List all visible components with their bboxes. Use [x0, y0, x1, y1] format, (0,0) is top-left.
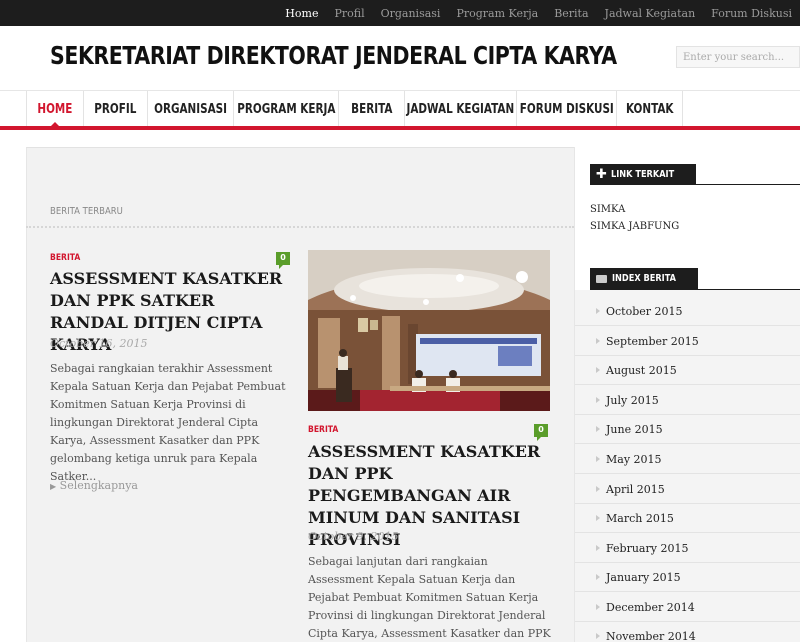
- archive-item[interactable]: September 2015: [575, 326, 800, 356]
- post-category[interactable]: BERITA: [50, 253, 80, 263]
- archive-item[interactable]: August 2015: [575, 355, 800, 385]
- arrow-right-icon: [596, 545, 600, 551]
- archive-item[interactable]: February 2015: [575, 533, 800, 563]
- post-excerpt: Sebagai rangkaian terakhir Assessment Ke…: [50, 362, 286, 483]
- archive-item[interactable]: March 2015: [575, 503, 800, 533]
- comment-count-badge[interactable]: 0: [534, 424, 548, 441]
- main-navigation: HOME PROFIL ORGANISASI PROGRAM KERJA BER…: [0, 90, 800, 128]
- event-photo-image: [308, 250, 550, 411]
- nav-berita[interactable]: BERITA: [339, 91, 405, 127]
- arrow-right-icon: [596, 456, 600, 462]
- index-berita-header: INDEX BERITA: [590, 268, 699, 289]
- dotted-divider: [26, 226, 574, 228]
- topnav-program-kerja[interactable]: Program Kerja: [456, 7, 538, 20]
- arrow-right-icon: [596, 633, 600, 639]
- top-bar: Home Profil Organisasi Program Kerja Ber…: [0, 0, 800, 26]
- nav-home[interactable]: HOME: [26, 91, 84, 128]
- arrow-right-icon: [596, 486, 600, 492]
- link-simka[interactable]: SIMKA: [590, 204, 625, 215]
- arrow-right-icon: [596, 397, 600, 403]
- site-header: SEKRETARIAT DIREKTORAT JENDERAL CIPTA KA…: [0, 26, 800, 90]
- post-excerpt: Sebagai lanjutan dari rangkaian Assessme…: [308, 555, 551, 640]
- read-more-label: Selengkapnya: [59, 479, 138, 492]
- topnav-forum-diskusi[interactable]: Forum Diskusi: [711, 7, 792, 20]
- archive-item[interactable]: November 2014: [575, 621, 800, 642]
- arrow-right-icon: [596, 308, 600, 314]
- nav-jadwal-kegiatan[interactable]: JADWAL KEGIATAN: [405, 91, 517, 127]
- archive-item[interactable]: December 2014: [575, 592, 800, 622]
- widget-underline: [590, 184, 800, 185]
- nav-profil[interactable]: PROFIL: [84, 91, 148, 127]
- read-more-link[interactable]: ▶ Selengkapnya: [50, 479, 138, 492]
- archive-item[interactable]: October 2015: [575, 296, 800, 326]
- folder-icon: [596, 274, 607, 283]
- post-date: October 9, 2015: [308, 530, 399, 543]
- link-terkait-header: ✚ LINK TERKAIT: [590, 164, 696, 185]
- play-arrow-icon: ▶: [50, 482, 57, 491]
- topnav-organisasi[interactable]: Organisasi: [381, 7, 441, 20]
- top-navigation: Home Profil Organisasi Program Kerja Ber…: [269, 0, 792, 26]
- post-photo[interactable]: [308, 250, 550, 411]
- nav-forum-diskusi[interactable]: FORUM DISKUSI: [517, 91, 617, 127]
- post-date: October 16, 2015: [50, 337, 148, 350]
- site-title[interactable]: SEKRETARIAT DIREKTORAT JENDERAL CIPTA KA…: [50, 41, 617, 70]
- topnav-berita[interactable]: Berita: [554, 7, 588, 20]
- nav-accent-line: [0, 126, 800, 130]
- nav-organisasi[interactable]: ORGANISASI: [148, 91, 234, 127]
- link-simka-jabfung[interactable]: SIMKA JABFUNG: [590, 221, 679, 232]
- nav-program-kerja[interactable]: PROGRAM KERJA: [234, 91, 339, 127]
- archive-item[interactable]: April 2015: [575, 474, 800, 504]
- arrow-right-icon: [596, 515, 600, 521]
- comment-count-badge[interactable]: 0: [276, 252, 290, 269]
- section-label: BERITA TERBARU: [50, 206, 123, 217]
- search-input[interactable]: [676, 46, 800, 68]
- archive-item[interactable]: May 2015: [575, 444, 800, 474]
- nav-kontak[interactable]: KONTAK: [617, 91, 683, 127]
- post-category[interactable]: BERITA: [308, 425, 338, 435]
- archive-item[interactable]: June 2015: [575, 414, 800, 444]
- topnav-profil[interactable]: Profil: [334, 7, 364, 20]
- arrow-right-icon: [596, 338, 600, 344]
- arrow-right-icon: [596, 574, 600, 580]
- archive-item[interactable]: January 2015: [575, 562, 800, 592]
- arrow-right-icon: [596, 426, 600, 432]
- topnav-home[interactable]: Home: [285, 7, 318, 20]
- arrow-right-icon: [596, 367, 600, 373]
- topnav-jadwal-kegiatan[interactable]: Jadwal Kegiatan: [605, 7, 696, 20]
- arrow-right-icon: [596, 604, 600, 610]
- archive-item[interactable]: July 2015: [575, 385, 800, 415]
- plus-icon: ✚: [596, 167, 607, 182]
